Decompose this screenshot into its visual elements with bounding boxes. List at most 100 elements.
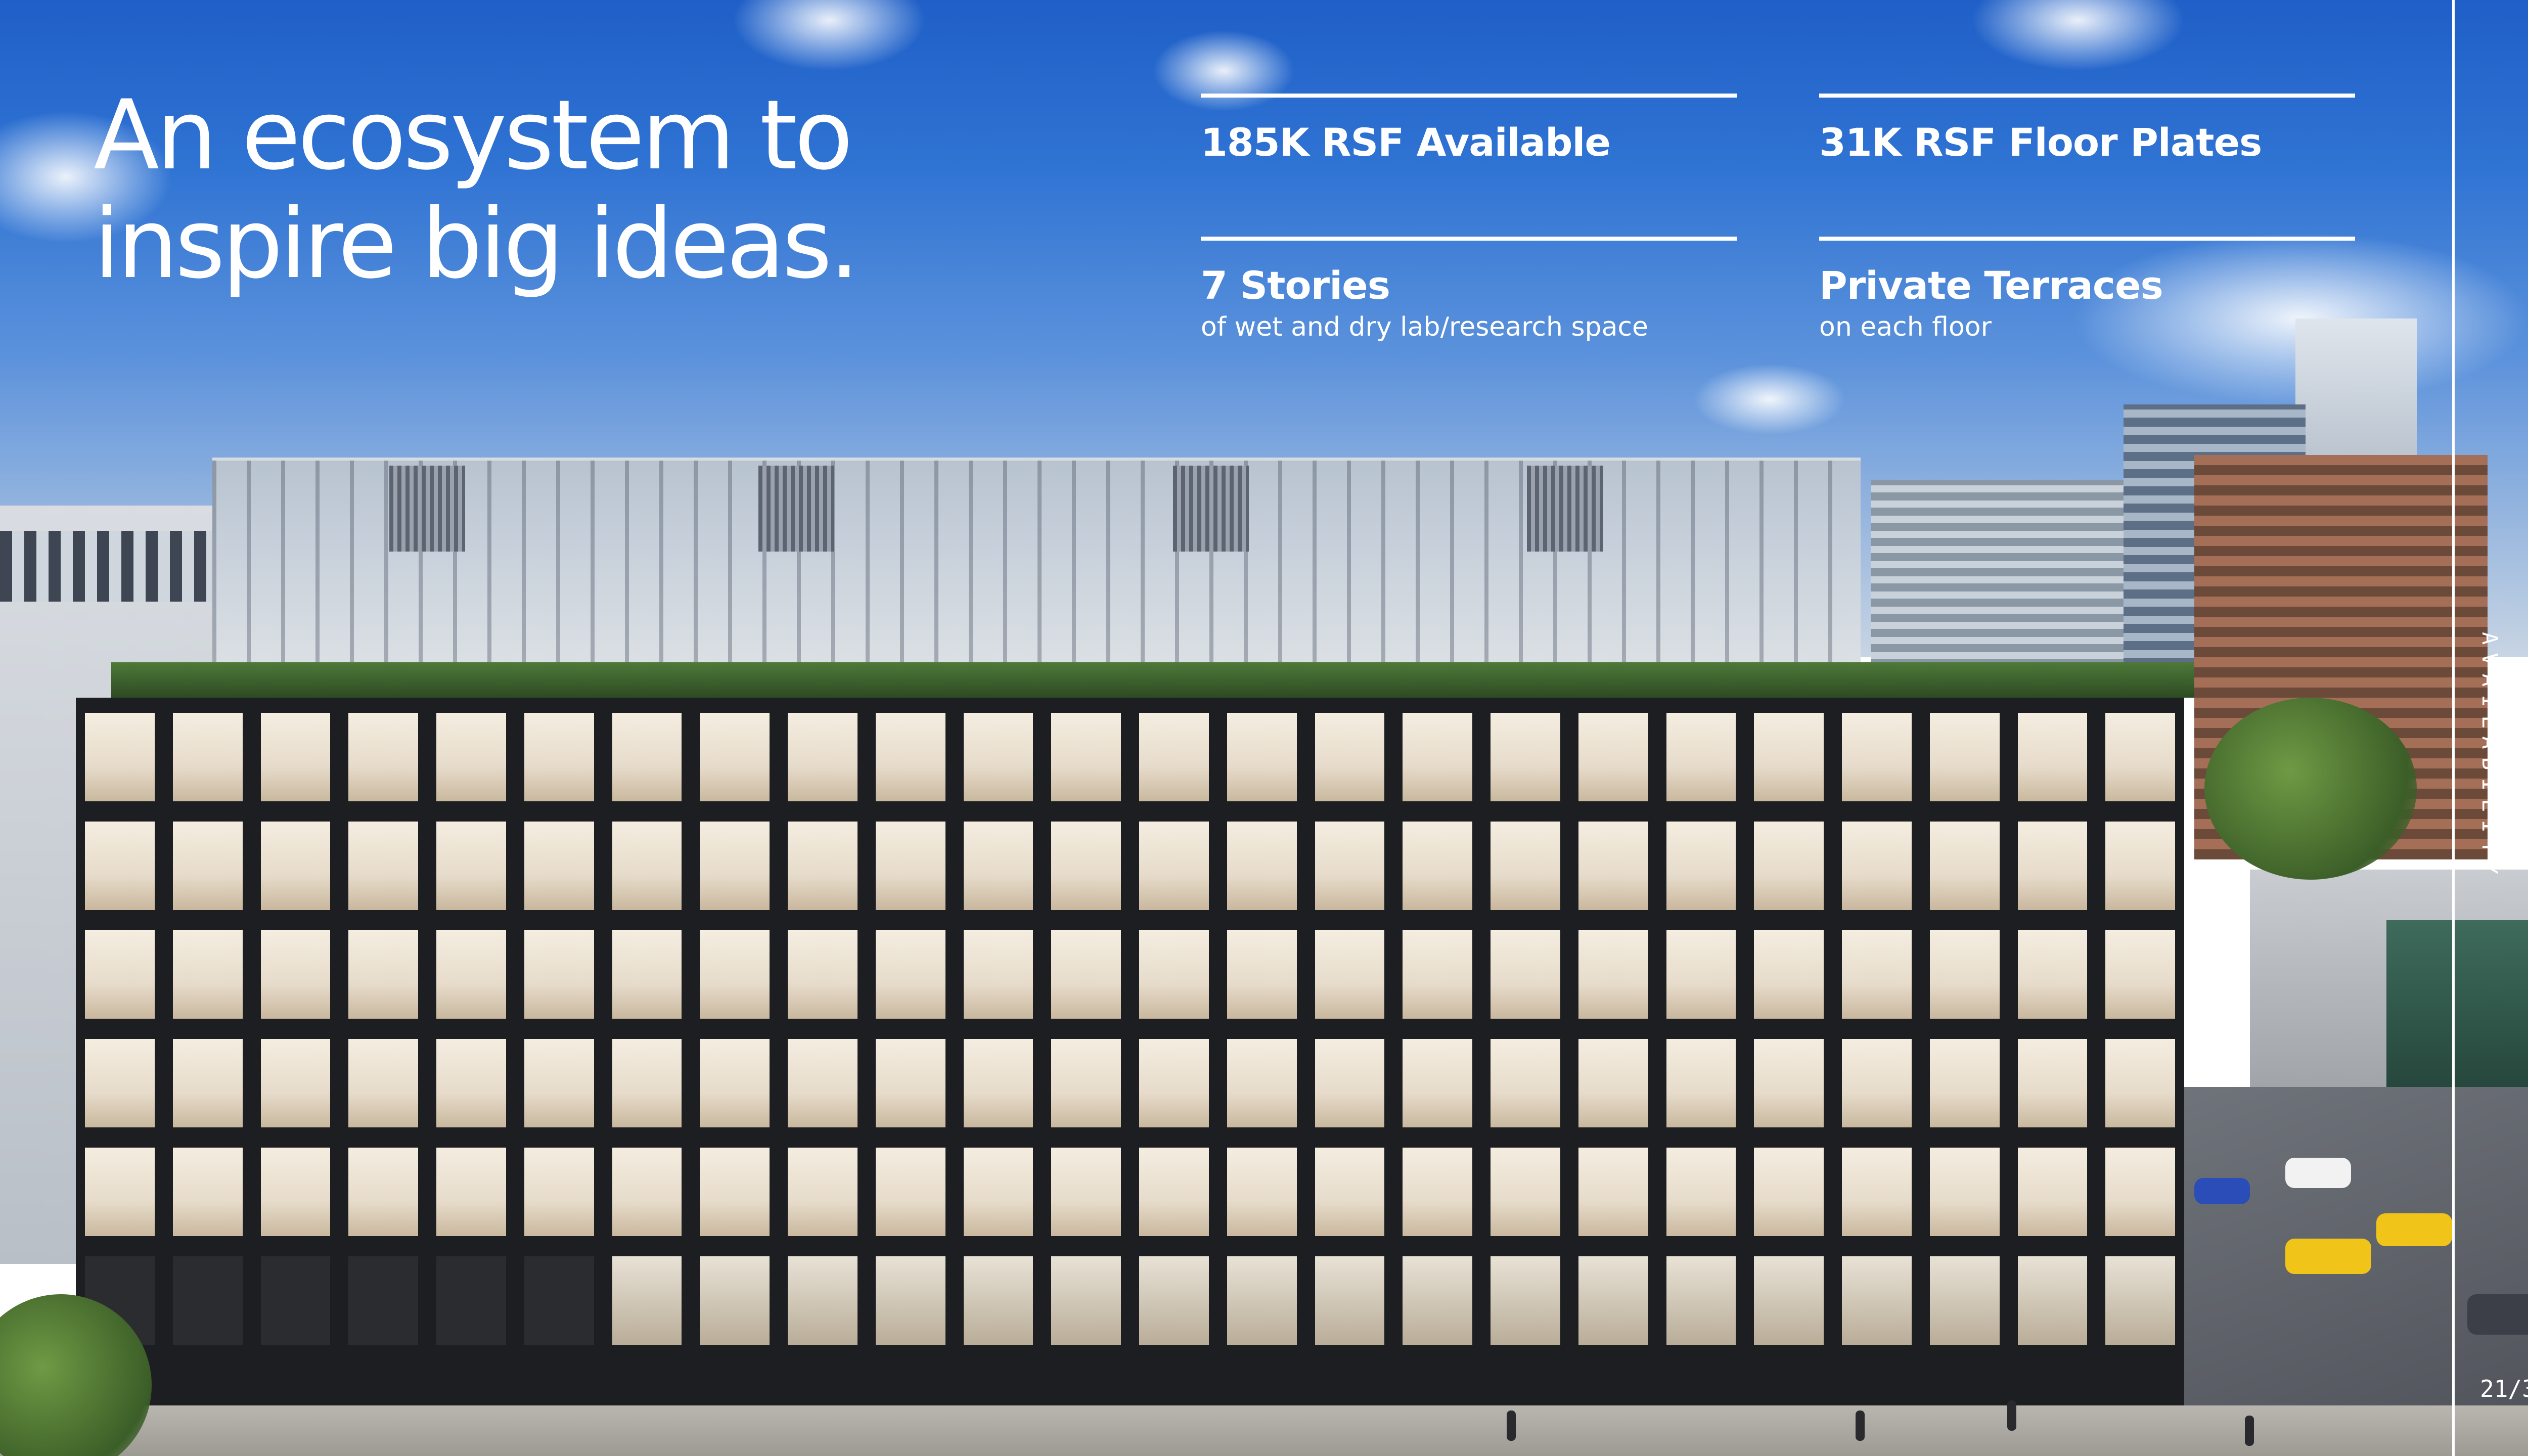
facade-window <box>2017 1148 2088 1236</box>
stat-subtitle: on each floor <box>1819 312 1992 342</box>
car <box>2467 1294 2528 1335</box>
glass-mullion <box>1725 461 1729 688</box>
facade-window <box>348 930 418 1019</box>
facade-window <box>1403 1256 1472 1345</box>
facade-window <box>2105 1148 2175 1236</box>
facade-window <box>436 1039 506 1127</box>
glass-mullion <box>1484 461 1488 688</box>
stat-divider <box>1201 237 1737 241</box>
facade-window <box>1842 1148 1912 1236</box>
car <box>2285 1239 2371 1274</box>
facade-window <box>1666 822 1736 910</box>
facade-window <box>1929 713 2000 801</box>
facade-window <box>1051 713 1121 801</box>
facade-window <box>524 930 594 1019</box>
headline-line-1: An ecosystem to <box>94 79 853 191</box>
facade-window <box>612 1039 682 1127</box>
sidewalk <box>0 1405 2528 1456</box>
facade-window <box>2017 1039 2088 1127</box>
facade-window <box>172 1148 243 1236</box>
facade-window <box>1227 1256 1297 1345</box>
glass-mullion <box>1450 461 1454 688</box>
facade-window <box>1491 1256 1560 1345</box>
facade-window <box>1842 930 1912 1019</box>
glass-mullion <box>728 461 732 688</box>
facade-window <box>700 1148 770 1236</box>
glass-mullion <box>694 461 698 688</box>
facade-window <box>436 713 506 801</box>
facade-window <box>700 1256 770 1345</box>
facade-window <box>2105 1039 2175 1127</box>
glass-mullion <box>1347 461 1351 688</box>
facade-window <box>260 1039 331 1127</box>
facade-window <box>1929 1039 2000 1127</box>
facade-window <box>1578 713 1648 801</box>
facade-window <box>85 713 155 801</box>
glass-mullion <box>350 461 354 688</box>
glass-mullion <box>1794 461 1798 688</box>
stat-subtitle: of wet and dry lab/research space <box>1201 312 1649 342</box>
pedestrian <box>1856 1410 1865 1441</box>
facade-window <box>1403 1148 1472 1236</box>
facade-window <box>1227 930 1297 1019</box>
facade-window <box>700 822 770 910</box>
glass-mullion <box>1828 461 1832 688</box>
glass-mullion <box>1759 461 1764 688</box>
facade-window <box>963 1256 1033 1345</box>
facade-window <box>524 1039 594 1127</box>
facade-window <box>85 1148 155 1236</box>
facade-window <box>1929 1148 2000 1236</box>
facade-window <box>875 822 945 910</box>
facade-window <box>788 930 857 1019</box>
glass-mullion <box>1072 461 1076 688</box>
facade-window <box>963 822 1033 910</box>
louver-panel <box>1173 466 1249 552</box>
pedestrian <box>2007 1400 2016 1431</box>
right-building <box>1871 480 2124 682</box>
facade-window <box>875 1039 945 1127</box>
facade-window <box>2105 713 2175 801</box>
rooftop-terrace <box>111 662 2194 698</box>
facade-window <box>1929 1256 2000 1345</box>
glass-mullion <box>522 461 526 688</box>
glass-mullion <box>1106 461 1110 688</box>
section-label: AVAILABILITY <box>2477 632 2502 883</box>
facade-window <box>788 1148 857 1236</box>
facade-window <box>1491 1039 1560 1127</box>
facade-window <box>1403 822 1472 910</box>
stat-floor-plates: 31K RSF Floor Plates <box>1819 94 2355 165</box>
facade-window <box>436 1148 506 1236</box>
facade-window <box>1578 1256 1648 1345</box>
facade-window <box>260 713 331 801</box>
car <box>2194 1178 2250 1204</box>
facade-window <box>788 713 857 801</box>
headline-line-2: inspire big ideas. <box>94 188 860 300</box>
facade-window <box>1578 822 1648 910</box>
facade-window <box>1403 1039 1472 1127</box>
facade-window <box>1666 1039 1736 1127</box>
facade-window <box>2105 1256 2175 1345</box>
louver-panel <box>1527 466 1603 552</box>
facade-window <box>1929 930 2000 1019</box>
facade-window <box>1578 1148 1648 1236</box>
facade-window <box>2017 822 2088 910</box>
facade-window <box>612 713 682 801</box>
glass-mullion <box>1416 461 1420 688</box>
glass-mullion <box>934 461 938 688</box>
facade-window <box>1227 822 1297 910</box>
glass-mullion <box>1622 461 1626 688</box>
facade-window <box>172 1039 243 1127</box>
facade-window <box>1491 930 1560 1019</box>
stat-divider <box>1819 237 2355 241</box>
facade-window <box>963 713 1033 801</box>
facade-window <box>1139 713 1209 801</box>
facade-window <box>1139 930 1209 1019</box>
facade-window <box>1139 1039 1209 1127</box>
glass-mullion <box>487 461 491 688</box>
pedestrian <box>1507 1410 1516 1441</box>
glass-mullion <box>315 461 320 688</box>
stat-divider <box>1819 94 2355 98</box>
stat-terraces: Private Terraces on each floor <box>1819 237 2355 342</box>
facade-window <box>1842 1039 1912 1127</box>
facade-window <box>524 713 594 801</box>
